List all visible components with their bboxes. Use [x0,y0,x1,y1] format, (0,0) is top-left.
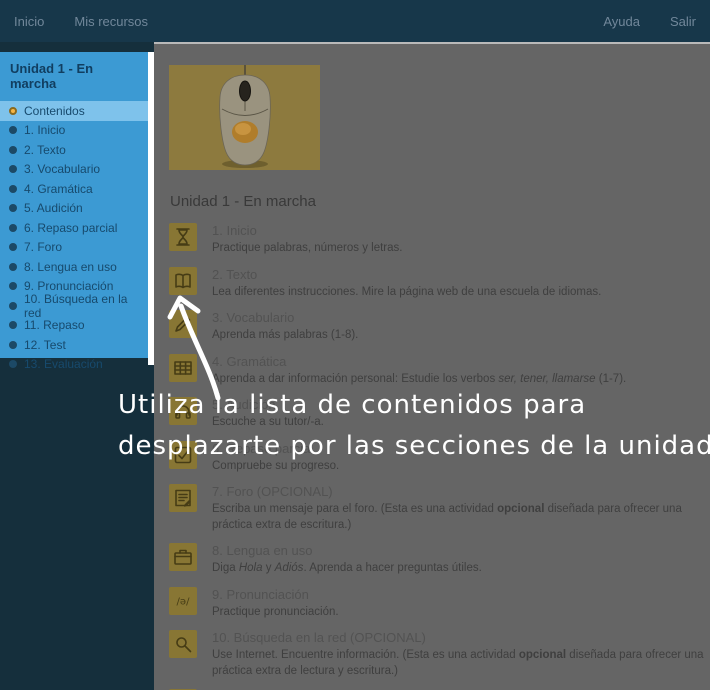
bullet-icon [9,165,17,173]
nav-item-inicio[interactable]: Inicio [14,14,44,29]
bullet-icon [9,126,17,134]
sidebar-item-3-vocabulario[interactable]: 3. Vocabulario [0,160,148,180]
section-title[interactable]: 9. Pronunciación [212,587,339,602]
tutorial-hint-line-2: desplazarte por las secciones de la unid… [118,431,710,461]
section-title[interactable]: 8. Lengua en uso [212,543,482,558]
bullet-icon [9,243,17,251]
section-desc: Practique pronunciación. [212,605,339,621]
sidebar-item-7-foro[interactable]: 7. Foro [0,238,148,258]
section-row: 1. Inicio Practique palabras, números y … [169,223,710,257]
bullet-icon [9,224,17,232]
mouse-photo [169,65,320,170]
open-book-icon[interactable] [169,267,197,295]
section-desc: Aprenda a dar información personal: Estu… [212,372,626,388]
main-content: Unidad 1 - En marcha 1. Inicio Practique… [154,42,710,690]
section-desc: Escriba un mensaje para el foro. (Esta e… [212,502,710,533]
phonetics-icon[interactable]: /ə/ [169,587,197,615]
section-row: 8. Lengua en uso Diga Hola y Adiós. Apre… [169,543,710,577]
bullet-icon [9,263,17,271]
sidebar-item-5-audicion[interactable]: 5. Audición [0,199,148,219]
section-row: /ə/ 9. Pronunciación Practique pronuncia… [169,587,710,621]
section-title[interactable]: 7. Foro (OPCIONAL) [212,484,710,499]
pencil-icon[interactable] [169,310,197,338]
highlight-border [148,52,154,365]
top-nav-bar: Inicio Mis recursos Ayuda Salir [0,0,710,42]
nav-item-salir[interactable]: Salir [670,14,696,29]
table-icon[interactable] [169,354,197,382]
sidebar-item-8-lengua-en-uso[interactable]: 8. Lengua en uso [0,257,148,277]
bullet-icon [9,282,17,290]
sidebar-item-4-gramatica[interactable]: 4. Gramática [0,179,148,199]
section-title[interactable]: 1. Inicio [212,223,402,238]
nav-right-group: Ayuda Salir [573,14,696,29]
section-title[interactable]: 2. Texto [212,267,601,282]
section-row: 7. Foro (OPCIONAL) Escriba un mensaje pa… [169,484,710,533]
section-title[interactable]: 3. Vocabulario [212,310,358,325]
sidebar-item-1-inicio[interactable]: 1. Inicio [0,121,148,141]
section-row: 4. Gramática Aprenda a dar información p… [169,354,710,388]
active-bullet-icon [9,107,17,115]
bullet-icon [9,360,17,368]
sidebar-item-13-evaluacion[interactable]: 13. Evaluación [0,355,148,375]
section-row: 10. Búsqueda en la red (OPCIONAL) Use In… [169,630,710,679]
sidebar-item-6-repaso-parcial[interactable]: 6. Repaso parcial [0,218,148,238]
bullet-icon [9,321,17,329]
page-title: Unidad 1 - En marcha [170,193,710,210]
section-desc: Use Internet. Encuentre información. (Es… [212,648,710,679]
bullet-icon [9,185,17,193]
contents-sidebar: Unidad 1 - En marcha Contenidos 1. Inici… [0,52,148,358]
sidebar-title: Unidad 1 - En marcha [0,52,148,101]
section-title[interactable]: 10. Búsqueda en la red (OPCIONAL) [212,630,710,645]
hourglass-icon[interactable] [169,223,197,251]
search-icon[interactable] [169,630,197,658]
section-title[interactable]: 4. Gramática [212,354,626,369]
bullet-icon [9,302,17,310]
bullet-icon [9,204,17,212]
sidebar-item-contenidos[interactable]: Contenidos [0,101,148,121]
svg-text:/ə/: /ə/ [177,596,191,607]
section-desc: Practique palabras, números y letras. [212,241,402,257]
forum-message-icon[interactable] [169,484,197,512]
section-row: 2. Texto Lea diferentes instrucciones. M… [169,267,710,301]
section-row: 3. Vocabulario Aprenda más palabras (1-8… [169,310,710,344]
sidebar-item-2-texto[interactable]: 2. Texto [0,140,148,160]
sidebar-item-12-test[interactable]: 12. Test [0,335,148,355]
tutorial-hint-line-1: Utiliza la lista de contenidos para [118,390,586,420]
suitcase-icon[interactable] [169,543,197,571]
nav-left-group: Inicio Mis recursos [14,14,178,29]
sidebar-item-10-busqueda-en-la-red[interactable]: 10. Búsqueda en la red [0,296,148,316]
nav-item-ayuda[interactable]: Ayuda [603,14,640,29]
nav-item-mis-recursos[interactable]: Mis recursos [74,14,148,29]
section-desc: Diga Hola y Adiós. Aprenda a hacer pregu… [212,561,482,577]
bullet-icon [9,146,17,154]
bullet-icon [9,341,17,349]
section-desc: Aprenda más palabras (1-8). [212,328,358,344]
section-desc: Lea diferentes instrucciones. Mire la pá… [212,285,601,301]
